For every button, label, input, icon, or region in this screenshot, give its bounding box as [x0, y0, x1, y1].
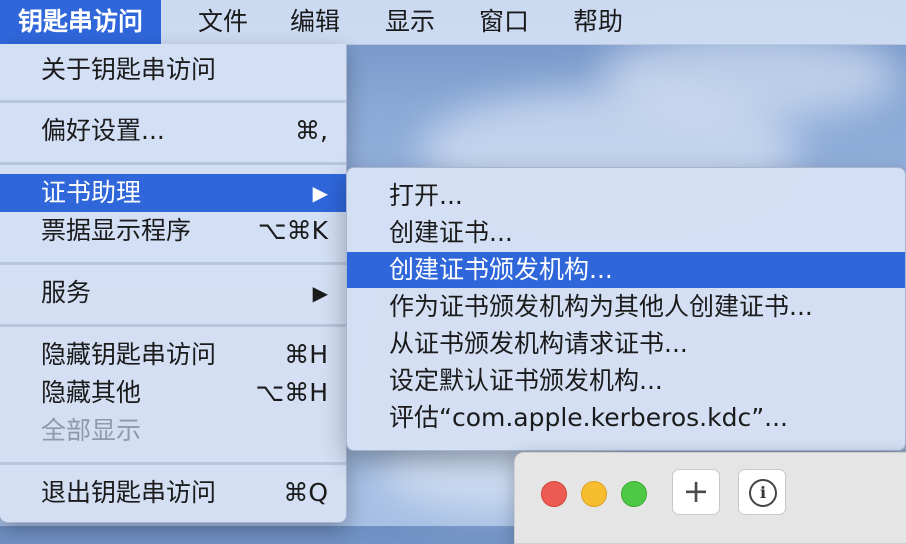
menu-item-label: 证书助理 — [41, 178, 142, 207]
submenu-item-label: 创建证书颁发机构... — [389, 255, 613, 284]
menu-item-shortcut: ⌘Q — [283, 478, 328, 507]
menu-item-label: 服务 — [41, 278, 92, 307]
submenu-arrow-icon: ▶ — [312, 281, 328, 305]
app-menu-dropdown: 关于钥匙串访问 偏好设置... ⌘, 证书助理 ▶ 票据显示程序 ⌥⌘K 服务 … — [0, 44, 347, 523]
add-icon: + — [682, 472, 710, 510]
menu-item-show-all: 全部显示 — [0, 412, 346, 450]
menu-separator — [0, 100, 346, 103]
submenu-item-label: 作为证书颁发机构为其他人创建证书... — [389, 292, 813, 321]
submenu-item-label: 创建证书... — [389, 218, 513, 247]
submenu-item-evaluate[interactable]: 评估“com.apple.kerberos.kdc”... — [347, 400, 905, 436]
menu-item-label: 全部显示 — [41, 416, 142, 445]
certificate-assistant-submenu: 打开... 创建证书... 创建证书颁发机构... 作为证书颁发机构为其他人创建… — [346, 167, 906, 451]
menu-item-shortcut: ⌘, — [295, 116, 328, 145]
submenu-item-label: 评估“com.apple.kerberos.kdc”... — [389, 403, 788, 432]
submenu-item-label: 从证书颁发机构请求证书... — [389, 329, 688, 358]
menu-separator — [0, 262, 346, 265]
menu-item-services[interactable]: 服务 ▶ — [0, 274, 346, 312]
menu-separator — [0, 324, 346, 327]
menu-item-label: 票据显示程序 — [41, 216, 192, 245]
menu-item-about[interactable]: 关于钥匙串访问 — [0, 51, 346, 89]
submenu-item-set-default-ca[interactable]: 设定默认证书颁发机构... — [347, 363, 905, 399]
info-button[interactable]: i — [738, 469, 786, 515]
menu-item-label: 偏好设置... — [41, 116, 165, 145]
menu-item-shortcut: ⌥⌘K — [257, 216, 328, 245]
menu-separator — [0, 162, 346, 165]
menu-item-label: 隐藏钥匙串访问 — [41, 340, 217, 369]
submenu-item-create-for-others[interactable]: 作为证书颁发机构为其他人创建证书... — [347, 289, 905, 325]
keychain-window: + i — [514, 452, 906, 544]
menu-item-shortcut: ⌥⌘H — [255, 378, 328, 407]
zoom-icon[interactable] — [621, 481, 647, 507]
menubar-edit[interactable]: 编辑 — [272, 0, 358, 44]
add-button[interactable]: + — [672, 469, 720, 515]
close-icon[interactable] — [541, 481, 567, 507]
submenu-item-create-ca[interactable]: 创建证书颁发机构... — [347, 252, 905, 288]
submenu-item-create-certificate[interactable]: 创建证书... — [347, 215, 905, 251]
menu-item-quit[interactable]: 退出钥匙串访问 ⌘Q — [0, 474, 346, 512]
menu-item-label: 关于钥匙串访问 — [41, 55, 217, 84]
menu-item-label: 退出钥匙串访问 — [41, 478, 217, 507]
menu-separator — [0, 462, 346, 465]
submenu-item-request-certificate[interactable]: 从证书颁发机构请求证书... — [347, 326, 905, 362]
menu-item-ticket-viewer[interactable]: 票据显示程序 ⌥⌘K — [0, 212, 346, 250]
submenu-item-label: 打开... — [389, 181, 463, 210]
menubar-app-menu[interactable]: 钥匙串访问 — [0, 0, 162, 44]
submenu-item-label: 设定默认证书颁发机构... — [389, 366, 663, 395]
submenu-item-open[interactable]: 打开... — [347, 178, 905, 214]
menubar-file[interactable]: 文件 — [180, 0, 266, 44]
menu-item-label: 隐藏其他 — [41, 378, 142, 407]
menubar-view[interactable]: 显示 — [367, 0, 453, 44]
minimize-icon[interactable] — [581, 481, 607, 507]
menubar-window[interactable]: 窗口 — [461, 0, 547, 44]
menu-item-preferences[interactable]: 偏好设置... ⌘, — [0, 112, 346, 150]
submenu-arrow-icon: ▶ — [312, 181, 328, 205]
menubar-help[interactable]: 帮助 — [555, 0, 641, 44]
menu-item-certificate-assistant[interactable]: 证书助理 ▶ — [0, 174, 346, 212]
menu-bar: 钥匙串访问 文件 编辑 显示 窗口 帮助 — [0, 0, 906, 45]
info-icon: i — [749, 479, 777, 507]
menu-item-hide[interactable]: 隐藏钥匙串访问 ⌘H — [0, 336, 346, 374]
menu-item-shortcut: ⌘H — [284, 340, 328, 369]
menu-item-hide-others[interactable]: 隐藏其他 ⌥⌘H — [0, 374, 346, 412]
